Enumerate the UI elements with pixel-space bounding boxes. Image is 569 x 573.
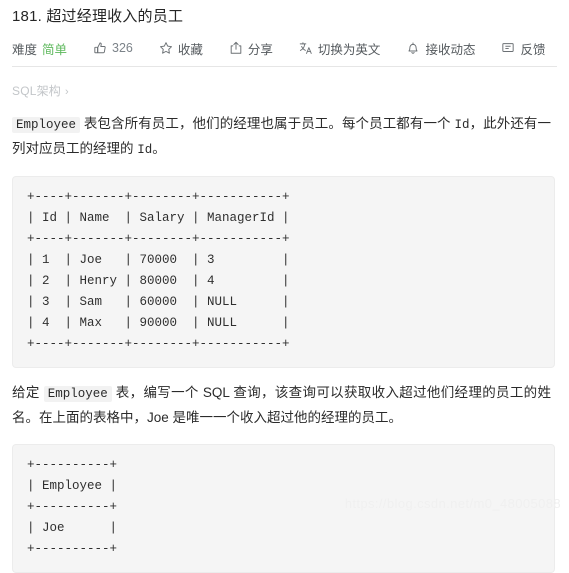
inline-code-employee-2: Employee — [43, 386, 112, 402]
result-table-ascii: +----------+ | Employee | +----------+ |… — [27, 458, 118, 556]
difficulty-value: 简单 — [42, 42, 68, 57]
page-title: 181. 超过经理收入的员工 — [12, 8, 184, 25]
employee-table-ascii: +----+-------+--------+-----------+ | Id… — [27, 190, 290, 351]
translate-icon — [299, 41, 313, 55]
share-icon — [229, 41, 243, 55]
description-paragraph: Employee 表包含所有员工，他们的经理也属于员工。每个员工都有一个 Id，… — [12, 112, 557, 162]
question-text-pre: 给定 — [12, 385, 44, 400]
breadcrumb-label: SQL架构 — [12, 84, 62, 98]
problem-toolbar: 难度 简单 326 收藏 分享 切换为英文 接收动态 反馈 — [12, 35, 557, 61]
inline-code-employee: Employee — [12, 117, 81, 133]
employee-table-codeblock: +----+-------+--------+-----------+ | Id… — [12, 176, 555, 368]
share-button[interactable]: 分享 — [229, 39, 273, 58]
description-mono-id-1: Id — [454, 118, 470, 132]
message-icon — [501, 41, 515, 55]
bell-icon — [406, 41, 420, 55]
like-button[interactable]: 326 — [93, 41, 133, 55]
feedback-label: 反馈 — [520, 42, 546, 57]
favorite-label: 收藏 — [177, 42, 203, 57]
subscribe-button[interactable]: 接收动态 — [406, 39, 475, 58]
description-text-3: 。 — [152, 141, 166, 156]
like-count: 326 — [112, 41, 133, 55]
feedback-button[interactable]: 反馈 — [501, 39, 545, 58]
thumbs-up-icon — [93, 41, 107, 55]
translate-label: 切换为英文 — [317, 42, 381, 57]
star-icon — [159, 41, 173, 55]
share-label: 分享 — [247, 42, 273, 57]
problem-page: 181. 超过经理收入的员工 难度 简单 326 收藏 分享 切换为英文 接收动… — [0, 0, 569, 573]
favorite-button[interactable]: 收藏 — [159, 39, 203, 58]
difficulty-indicator: 难度 简单 — [12, 39, 67, 58]
result-table-codeblock: +----------+ | Employee | +----------+ |… — [12, 444, 555, 573]
description-text-1: 表包含所有员工，他们的经理也属于员工。每个员工都有一个 — [80, 116, 455, 131]
description-mono-id-2: Id — [137, 143, 153, 157]
chevron-right-icon: › — [65, 86, 69, 98]
breadcrumb[interactable]: SQL架构 › — [12, 82, 557, 99]
difficulty-label: 难度 — [12, 42, 38, 57]
subscribe-label: 接收动态 — [425, 42, 476, 57]
question-paragraph: 给定 Employee 表，编写一个 SQL 查询，该查询可以获取收入超过他们经… — [12, 381, 557, 430]
toolbar-divider — [12, 66, 557, 67]
translate-button[interactable]: 切换为英文 — [299, 39, 381, 58]
